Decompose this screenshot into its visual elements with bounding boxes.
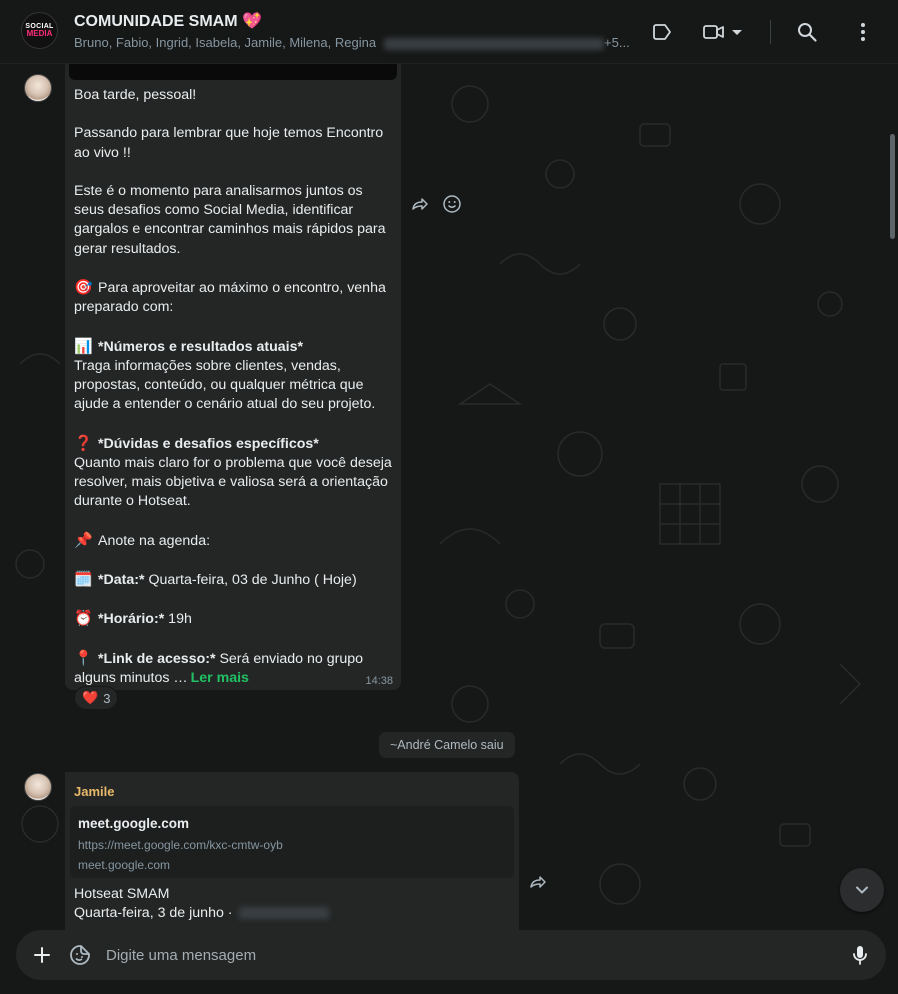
- link-value: Será enviado no grupo: [215, 650, 364, 667]
- text-line: durante o Hotseat.: [74, 493, 191, 510]
- system-message: ~André Camelo saiu: [379, 732, 515, 758]
- text-line: Passando para lembrar que hoje temos Enc…: [74, 125, 384, 142]
- media-preview[interactable]: [69, 64, 397, 80]
- text-line: Este é o momento para analisarmos juntos…: [74, 182, 363, 199]
- text-line: seus desafios como Social Media, identif…: [74, 202, 354, 219]
- link-title: meet.google.com: [78, 816, 190, 831]
- text-line: gerar resultados.: [74, 240, 181, 257]
- heart-icon: ❤️: [82, 690, 99, 705]
- sender-avatar[interactable]: [24, 773, 52, 801]
- text-line: propostas, conteúdo, ou qualquer métrica…: [74, 376, 364, 393]
- scrollbar[interactable]: [890, 134, 895, 239]
- text-line: preparado com:: [74, 299, 174, 316]
- text-line: Para aproveitar ao máximo o encontro, ve…: [98, 279, 386, 296]
- forward-icon[interactable]: [528, 872, 548, 892]
- text-line: resolver, mais objetiva e valiosa será a…: [74, 473, 388, 490]
- text-line: alguns minutos …: [74, 669, 188, 686]
- scroll-down-button[interactable]: [840, 868, 884, 912]
- chevron-down-icon[interactable]: [728, 20, 746, 44]
- composer-bar: [0, 930, 898, 994]
- message-text: Boa tarde, pessoal! Passando para lembra…: [74, 86, 396, 688]
- sender-avatar[interactable]: [24, 74, 52, 102]
- time-label: *Horário:*: [98, 611, 165, 628]
- text-line: Anote na agenda:: [98, 532, 211, 549]
- message-bubble[interactable]: Boa tarde, pessoal! Passando para lembra…: [65, 64, 401, 690]
- chat-header: SOCIAL MEDIA COMUNIDADE SMAM 💖 Bruno, Fa…: [0, 0, 898, 64]
- read-more-link[interactable]: Ler mais: [191, 670, 249, 686]
- pushpin-icon: 📌: [74, 531, 93, 549]
- question-icon: ❓: [74, 434, 93, 452]
- message-timestamp: 14:38: [365, 675, 393, 687]
- microphone-icon[interactable]: [848, 943, 872, 967]
- video-call-icon[interactable]: [702, 20, 726, 44]
- location-pin-icon: 📍: [74, 649, 93, 667]
- message-text: Hotseat SMAM Quarta-feira, 3 de junho ·: [74, 885, 514, 923]
- blurred-text: [238, 907, 329, 920]
- menu-icon[interactable]: [851, 20, 875, 44]
- link-url: https://meet.google.com/kxc-cmtw-oyb: [78, 838, 283, 852]
- chevron-down-icon: [856, 886, 868, 894]
- text-line: gargalos e encontrar caminhos mais rápid…: [74, 221, 386, 238]
- avatar-text-media: MEDIA: [26, 29, 53, 38]
- sticker-icon[interactable]: [68, 943, 92, 967]
- link-domain: meet.google.com: [78, 858, 171, 872]
- text-line: Traga informações sobre clientes, vendas…: [74, 357, 341, 374]
- date-value: Quarta-feira, 03 de Junho ( Hoje): [144, 571, 357, 588]
- link-label: *Link de acesso:*: [98, 650, 216, 667]
- calendar-icon: 🗓️: [74, 570, 93, 588]
- search-icon[interactable]: [795, 20, 819, 44]
- participants-list: Bruno, Fabio, Ingrid, Isabela, Jamile, M…: [74, 35, 377, 50]
- group-avatar[interactable]: SOCIAL MEDIA: [21, 12, 58, 49]
- text-line: ajude a entender o cenário atual do seu …: [74, 396, 376, 413]
- composer: [16, 930, 886, 980]
- reaction-badge[interactable]: ❤️ 3: [74, 686, 119, 710]
- message-list[interactable]: Boa tarde, pessoal! Passando para lembra…: [0, 64, 898, 930]
- participants-tail: +5...: [604, 35, 630, 50]
- blurred-participants: [384, 37, 605, 50]
- link-preview-card[interactable]: meet.google.com https://meet.google.com/…: [70, 806, 514, 878]
- dart-icon: 🎯: [74, 278, 93, 296]
- text-line: Hotseat SMAM: [74, 886, 170, 902]
- sender-name[interactable]: Jamile: [74, 782, 114, 801]
- section-title: *Dúvidas e desafios específicos*: [98, 435, 319, 452]
- emoji-react-icon[interactable]: [442, 194, 462, 214]
- label-icon[interactable]: [650, 20, 674, 44]
- plus-icon[interactable]: [30, 943, 54, 967]
- text-line: Quanto mais claro for o problema que voc…: [74, 454, 392, 471]
- section-title: *Números e resultados atuais*: [98, 338, 304, 355]
- time-value: 19h: [164, 611, 192, 628]
- header-divider: [770, 20, 771, 44]
- message-bubble[interactable]: Jamile meet.google.com https://meet.goog…: [65, 772, 519, 930]
- group-title[interactable]: COMUNIDADE SMAM 💖: [74, 11, 262, 31]
- message-input[interactable]: [106, 941, 826, 969]
- reaction-count: 3: [103, 690, 111, 706]
- text-line: ao vivo !!: [74, 144, 131, 161]
- forward-icon[interactable]: [410, 194, 430, 214]
- group-participants[interactable]: Bruno, Fabio, Ingrid, Isabela, Jamile, M…: [74, 35, 630, 50]
- bar-chart-icon: 📊: [74, 337, 93, 355]
- text-line: Quarta-feira, 3 de junho ·: [74, 905, 233, 922]
- text-line: Boa tarde, pessoal!: [74, 87, 197, 103]
- alarm-clock-icon: ⏰: [74, 610, 93, 628]
- date-label: *Data:*: [98, 571, 145, 588]
